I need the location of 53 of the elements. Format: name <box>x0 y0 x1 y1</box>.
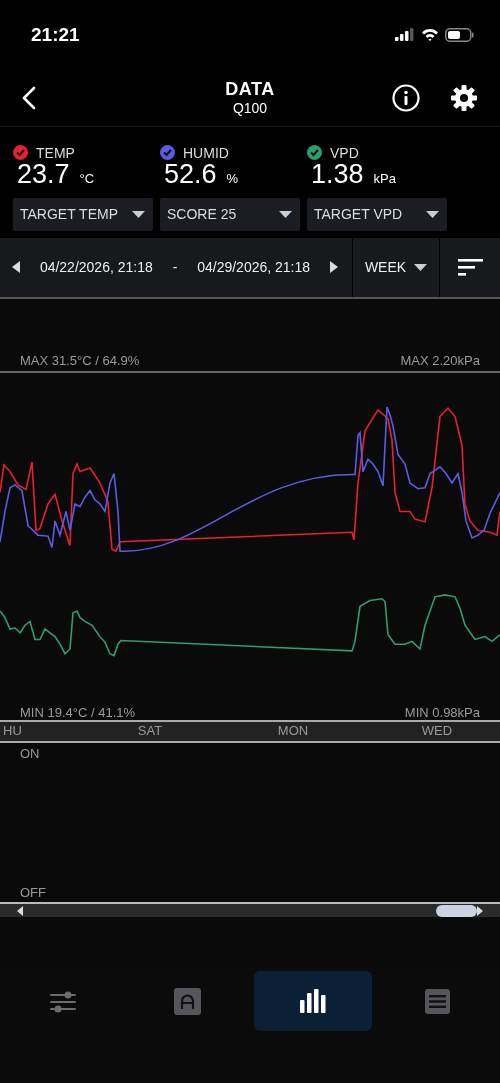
sensor-value: 23.7 <box>17 158 70 190</box>
sort-icon <box>457 258 483 276</box>
checkbox-icon[interactable] <box>160 145 175 161</box>
device-name: Q100 <box>232 100 268 117</box>
sensor-label: TEMP <box>36 144 75 161</box>
scroll-thumb[interactable] <box>436 904 477 917</box>
dropdown[interactable]: TARGET VPD <box>307 197 447 231</box>
caret-icon <box>279 210 292 218</box>
previous-icon[interactable] <box>12 261 20 274</box>
sensor-value: 1.38 <box>311 158 364 190</box>
on-label: ON <box>20 745 41 761</box>
sensor-label: VPD <box>330 144 359 161</box>
scroll-left-icon[interactable] <box>17 905 23 916</box>
dropdown[interactable]: SCORE 25 <box>160 197 300 231</box>
min-label: MIN 0.98kPa <box>404 704 480 720</box>
sensor-unit: °C <box>79 170 95 186</box>
max-label: MAX 31.5°C / 64.9% <box>20 352 140 370</box>
arch-icon <box>174 987 201 1015</box>
max-label: MAX 2.20kPa <box>400 352 480 370</box>
wifi-icon <box>421 28 439 42</box>
nav-tab[interactable] <box>253 971 372 1032</box>
info-icon[interactable] <box>392 83 420 112</box>
sensor-label: HUMID <box>183 144 229 161</box>
date-separator: - <box>172 259 178 276</box>
end-date[interactable]: 04/29/2026, 21:18 <box>197 259 311 276</box>
back-icon[interactable] <box>22 85 36 110</box>
sliders-icon <box>49 989 76 1014</box>
sensor-unit: % <box>226 170 239 186</box>
min-label: MIN 19.4°C / 41.1% <box>20 704 136 720</box>
settings-icon[interactable] <box>450 83 478 112</box>
sensor-unit: kPa <box>373 170 396 186</box>
caret-icon <box>426 210 439 218</box>
status-time: 21:21 <box>31 23 80 46</box>
bar-chart-icon <box>299 989 326 1014</box>
axis-label: SAT <box>137 722 163 738</box>
dropdown[interactable]: TARGET TEMP <box>13 197 153 231</box>
checkbox-icon[interactable] <box>307 145 322 161</box>
caret-icon <box>414 263 428 271</box>
signal-icon <box>395 28 415 42</box>
scroll-bar[interactable] <box>0 904 500 918</box>
checkbox-icon[interactable] <box>13 145 28 161</box>
sensor-value: 52.6 <box>164 158 217 190</box>
page-title: DATA <box>225 79 275 101</box>
battery-icon <box>445 27 474 42</box>
axis-label: WED <box>421 722 453 738</box>
list-icon <box>425 988 450 1014</box>
off-label: OFF <box>20 885 47 901</box>
period-dropdown[interactable]: WEEK <box>352 237 440 297</box>
caret-icon <box>132 210 145 218</box>
axis-label: MON <box>277 722 309 738</box>
start-date[interactable]: 04/22/2026, 21:18 <box>39 259 153 276</box>
axis-label: HU <box>3 722 22 738</box>
next-icon[interactable] <box>329 261 338 274</box>
